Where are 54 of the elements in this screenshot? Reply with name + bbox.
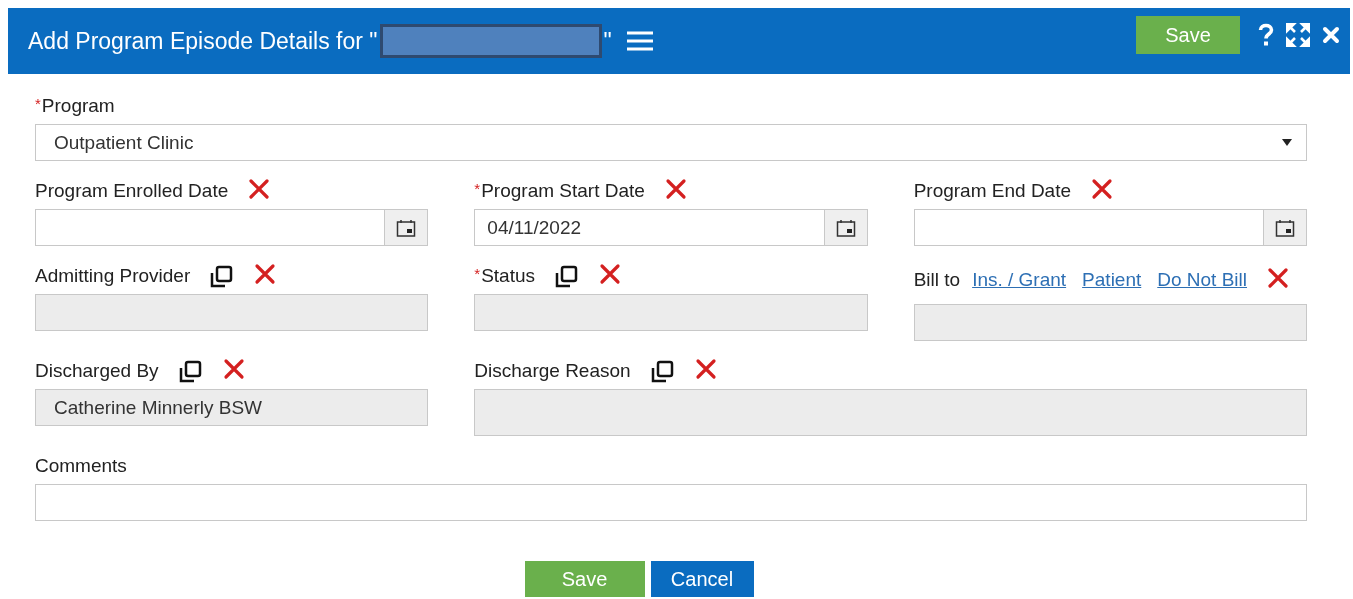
dialog-title: ": [603, 27, 612, 55]
bill-option-link[interactable]: Do Not Bill: [1157, 269, 1247, 291]
field-label: Admitting Provider: [35, 265, 191, 287]
required-asterisk: *: [35, 95, 41, 112]
lookup-icon[interactable]: [210, 264, 235, 288]
comments-field[interactable]: [35, 484, 1307, 521]
field-label: Bill to: [913, 269, 961, 291]
date-field[interactable]: 04/11/2022: [474, 209, 868, 246]
field-label: *Status: [474, 265, 536, 287]
clear-icon[interactable]: [254, 263, 277, 285]
expand-icon[interactable]: [1286, 23, 1310, 47]
date-field[interactable]: [35, 209, 429, 246]
lookup-field[interactable]: Catherine Minnerly BSW: [35, 389, 429, 426]
field-label: *Program: [35, 95, 115, 117]
clear-icon[interactable]: [664, 178, 687, 200]
calendar-button[interactable]: [1263, 210, 1306, 245]
caret-icon: [1282, 139, 1292, 146]
clear-icon[interactable]: [248, 178, 271, 200]
calendar-icon: [1275, 218, 1295, 237]
lookup-field[interactable]: [474, 389, 1307, 436]
cancel-button[interactable]: Cancel: [650, 561, 754, 597]
calendar-button[interactable]: [384, 210, 428, 245]
lookup-icon[interactable]: [555, 264, 580, 288]
clear-icon[interactable]: [599, 263, 622, 285]
dialog-title: Add Program Episode Details for ": [28, 27, 378, 55]
field-label: Comments: [35, 455, 127, 477]
bill-option-link[interactable]: Patient: [1082, 269, 1142, 291]
field-label: Program Enrolled Date: [35, 180, 229, 202]
field-label: Discharged By: [35, 360, 159, 382]
lookup-field[interactable]: [474, 294, 868, 331]
field-label: Discharge Reason: [474, 360, 631, 382]
field-label: *Program Start Date: [474, 180, 645, 202]
clear-icon[interactable]: [1267, 267, 1289, 289]
clear-icon[interactable]: [1091, 178, 1113, 200]
bill-option-link[interactable]: Ins. / Grant: [972, 269, 1067, 291]
required-asterisk: *: [474, 265, 481, 282]
save-button[interactable]: Save: [524, 561, 645, 597]
save-button[interactable]: Save: [1136, 16, 1240, 54]
calendar-icon: [835, 218, 856, 237]
lookup-field[interactable]: [35, 294, 429, 331]
date-field[interactable]: [913, 209, 1307, 246]
program-dropdown[interactable]: Outpatient Clinic: [35, 124, 1307, 161]
calendar-button[interactable]: [823, 210, 867, 245]
clear-icon[interactable]: [222, 358, 245, 380]
clear-icon[interactable]: [694, 358, 717, 380]
close-icon[interactable]: [1322, 26, 1340, 44]
bill-to-field[interactable]: [913, 304, 1307, 341]
required-asterisk: *: [474, 180, 481, 197]
lookup-icon[interactable]: [178, 359, 203, 383]
calendar-icon: [396, 218, 417, 237]
help-icon[interactable]: [1258, 23, 1274, 47]
field-label: Program End Date: [913, 180, 1071, 202]
menu-icon[interactable]: [625, 30, 654, 52]
lookup-icon[interactable]: [650, 359, 675, 383]
